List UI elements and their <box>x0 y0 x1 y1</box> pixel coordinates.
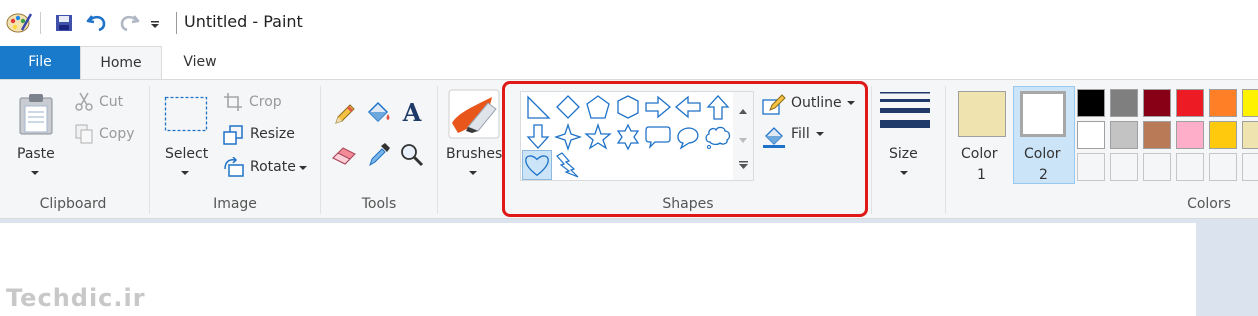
select-button-label[interactable]: Select <box>165 146 208 162</box>
color2-number: 2 <box>1039 167 1048 183</box>
image-group-label: Image <box>213 196 257 212</box>
palette-swatch-black[interactable] <box>1077 89 1105 117</box>
window-title: Untitled - Paint <box>184 12 303 31</box>
rotate-icon[interactable] <box>223 156 245 181</box>
crop-button-label[interactable]: Crop <box>249 94 282 110</box>
color1-number: 1 <box>977 167 986 183</box>
title-bar: Untitled - Paint <box>0 0 1258 46</box>
clipboard-group-label: Clipboard <box>39 196 107 212</box>
tab-file[interactable]: File <box>0 46 80 79</box>
size-dropdown-caret[interactable] <box>900 171 908 175</box>
fill-bucket-icon[interactable] <box>364 100 392 130</box>
cut-button-label[interactable]: Cut <box>99 94 123 110</box>
size-icon[interactable] <box>880 92 930 136</box>
palette-swatch-white[interactable] <box>1077 121 1105 149</box>
palette-swatch-custom[interactable] <box>1209 153 1237 181</box>
tab-view[interactable]: View <box>162 46 238 79</box>
copy-button-label[interactable]: Copy <box>99 126 135 142</box>
color2-swatch[interactable] <box>1020 91 1066 137</box>
paste-button-label[interactable]: Paste <box>17 146 55 162</box>
rotate-dropdown-caret[interactable] <box>299 166 307 170</box>
group-divider <box>437 86 438 214</box>
brushes-button-label[interactable]: Brushes <box>446 146 502 162</box>
palette-swatch-gold[interactable] <box>1209 121 1237 149</box>
tab-home[interactable]: Home <box>80 46 162 80</box>
magnifier-icon[interactable] <box>400 143 424 171</box>
paste-icon[interactable] <box>17 92 55 140</box>
paste-dropdown-caret[interactable] <box>31 171 39 175</box>
redo-icon[interactable] <box>118 12 140 36</box>
palette-swatch-dark-red[interactable] <box>1143 89 1171 117</box>
resize-icon[interactable] <box>223 125 243 149</box>
palette-swatch-light-yellow[interactable] <box>1242 121 1258 149</box>
select-dropdown-caret[interactable] <box>181 171 189 175</box>
resize-button-label[interactable]: Resize <box>250 126 295 142</box>
color2-label[interactable]: Color <box>1024 146 1061 162</box>
customize-quick-access-icon[interactable] <box>150 18 160 34</box>
palette-swatch-brown[interactable] <box>1143 121 1171 149</box>
drawing-canvas[interactable] <box>0 223 1196 316</box>
paint-app-icon[interactable] <box>6 10 33 38</box>
palette-swatch-red[interactable] <box>1176 89 1204 117</box>
palette-swatch-custom[interactable] <box>1143 153 1171 181</box>
color1-label[interactable]: Color <box>961 146 998 162</box>
copy-icon <box>75 124 93 148</box>
group-divider <box>149 86 150 214</box>
color-picker-icon[interactable] <box>367 142 391 172</box>
palette-swatch-custom[interactable] <box>1242 153 1258 181</box>
eraser-icon[interactable] <box>331 144 357 170</box>
brushes-icon[interactable] <box>448 89 500 143</box>
text-tool-icon[interactable]: A <box>400 98 424 129</box>
title-separator <box>176 12 177 34</box>
palette-swatch-yellow[interactable] <box>1242 89 1258 117</box>
separator <box>40 12 41 34</box>
palette-swatch-gray[interactable] <box>1110 89 1138 117</box>
palette-swatch-pink[interactable] <box>1176 121 1204 149</box>
select-icon[interactable] <box>164 96 208 136</box>
pencil-icon[interactable] <box>333 102 357 130</box>
undo-icon[interactable] <box>86 12 108 36</box>
cut-icon <box>75 92 93 116</box>
svg-text:A: A <box>402 99 422 125</box>
palette-swatch-light-gray[interactable] <box>1110 121 1138 149</box>
size-button-label[interactable]: Size <box>889 146 918 162</box>
palette-swatch-custom[interactable] <box>1077 153 1105 181</box>
color1-swatch[interactable] <box>958 91 1006 137</box>
group-divider <box>945 86 946 214</box>
palette-swatch-custom[interactable] <box>1176 153 1204 181</box>
palette-swatch-custom[interactable] <box>1110 153 1138 181</box>
rotate-button-label[interactable]: Rotate <box>250 159 296 175</box>
group-divider <box>320 86 321 214</box>
tools-group-label: Tools <box>361 196 397 212</box>
brushes-dropdown-caret[interactable] <box>469 171 477 175</box>
ribbon-tabs: File Home View <box>0 46 1258 80</box>
group-divider <box>871 86 872 214</box>
save-icon[interactable] <box>55 14 73 36</box>
shapes-highlight-frame <box>502 81 868 217</box>
crop-icon <box>223 92 243 116</box>
palette-swatch-orange[interactable] <box>1209 89 1237 117</box>
colors-group-label: Colors <box>1187 196 1231 212</box>
watermark-text: Techdic.ir <box>6 284 146 312</box>
